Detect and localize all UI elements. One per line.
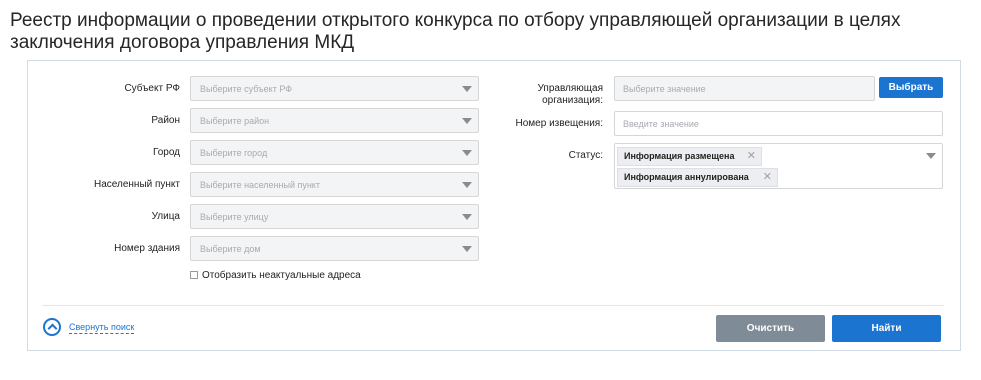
- street-label: Улица: [151, 211, 180, 222]
- district-select[interactable]: Выберите район: [190, 108, 479, 133]
- region-label: Субъект РФ: [124, 83, 180, 94]
- status-tag: Информация аннулирована ✕: [617, 168, 778, 187]
- district-label: Район: [151, 115, 180, 126]
- page-title: Реестр информации о проведении открытого…: [10, 10, 901, 53]
- city-placeholder: Выберите город: [200, 148, 268, 158]
- status-tag-label: Информация аннулирована: [624, 172, 749, 182]
- chevron-down-icon: [462, 214, 472, 220]
- building-placeholder: Выберите дом: [200, 244, 261, 254]
- city-label: Город: [152, 147, 180, 158]
- region-placeholder: Выберите субъект РФ: [200, 84, 293, 94]
- notice-placeholder: Введите значение: [623, 119, 699, 129]
- status-label: Статус:: [568, 150, 603, 161]
- divider: [42, 305, 944, 306]
- chevron-down-icon: [462, 150, 472, 156]
- org-label: Управляющая организация:: [480, 83, 603, 107]
- collapse-search-link[interactable]: Свернуть поиск: [69, 322, 135, 334]
- building-select[interactable]: Выберите дом: [190, 236, 479, 261]
- org-placeholder: Выберите значение: [623, 84, 706, 94]
- chevron-down-icon: [462, 182, 472, 188]
- street-select[interactable]: Выберите улицу: [190, 204, 479, 229]
- status-tag-label: Информация размещена: [624, 151, 735, 161]
- locality-label: Населенный пункт: [93, 179, 180, 190]
- chevron-down-icon: [462, 246, 472, 252]
- chevron-down-icon: [462, 118, 472, 124]
- show-inactive-checkbox[interactable]: [190, 271, 198, 279]
- show-inactive-label: Отобразить неактуальные адреса: [202, 270, 361, 281]
- locality-select[interactable]: Выберите населенный пункт: [190, 172, 479, 197]
- notice-number-input[interactable]: Введите значение: [614, 111, 943, 136]
- chevron-up-icon[interactable]: [43, 318, 61, 336]
- select-org-button[interactable]: Выбрать: [879, 77, 943, 98]
- district-placeholder: Выберите район: [200, 116, 270, 126]
- locality-placeholder: Выберите населенный пункт: [200, 180, 320, 190]
- chevron-down-icon: [462, 86, 472, 92]
- org-label-line2: организация:: [542, 95, 603, 106]
- org-label-line1: Управляющая: [537, 83, 603, 94]
- notice-label: Номер извещения:: [515, 118, 603, 129]
- city-select[interactable]: Выберите город: [190, 140, 479, 165]
- status-tag: Информация размещена ✕: [617, 147, 762, 166]
- chevron-down-icon[interactable]: [926, 153, 936, 159]
- close-icon[interactable]: ✕: [747, 148, 756, 165]
- status-multiselect[interactable]: Информация размещена ✕ Информация аннули…: [614, 143, 943, 189]
- street-placeholder: Выберите улицу: [200, 212, 269, 222]
- org-input[interactable]: Выберите значение: [614, 76, 875, 101]
- clear-button[interactable]: Очистить: [716, 315, 825, 342]
- region-select[interactable]: Выберите субъект РФ: [190, 76, 479, 101]
- close-icon[interactable]: ✕: [763, 169, 772, 186]
- find-button[interactable]: Найти: [832, 315, 941, 342]
- building-label: Номер здания: [114, 243, 180, 254]
